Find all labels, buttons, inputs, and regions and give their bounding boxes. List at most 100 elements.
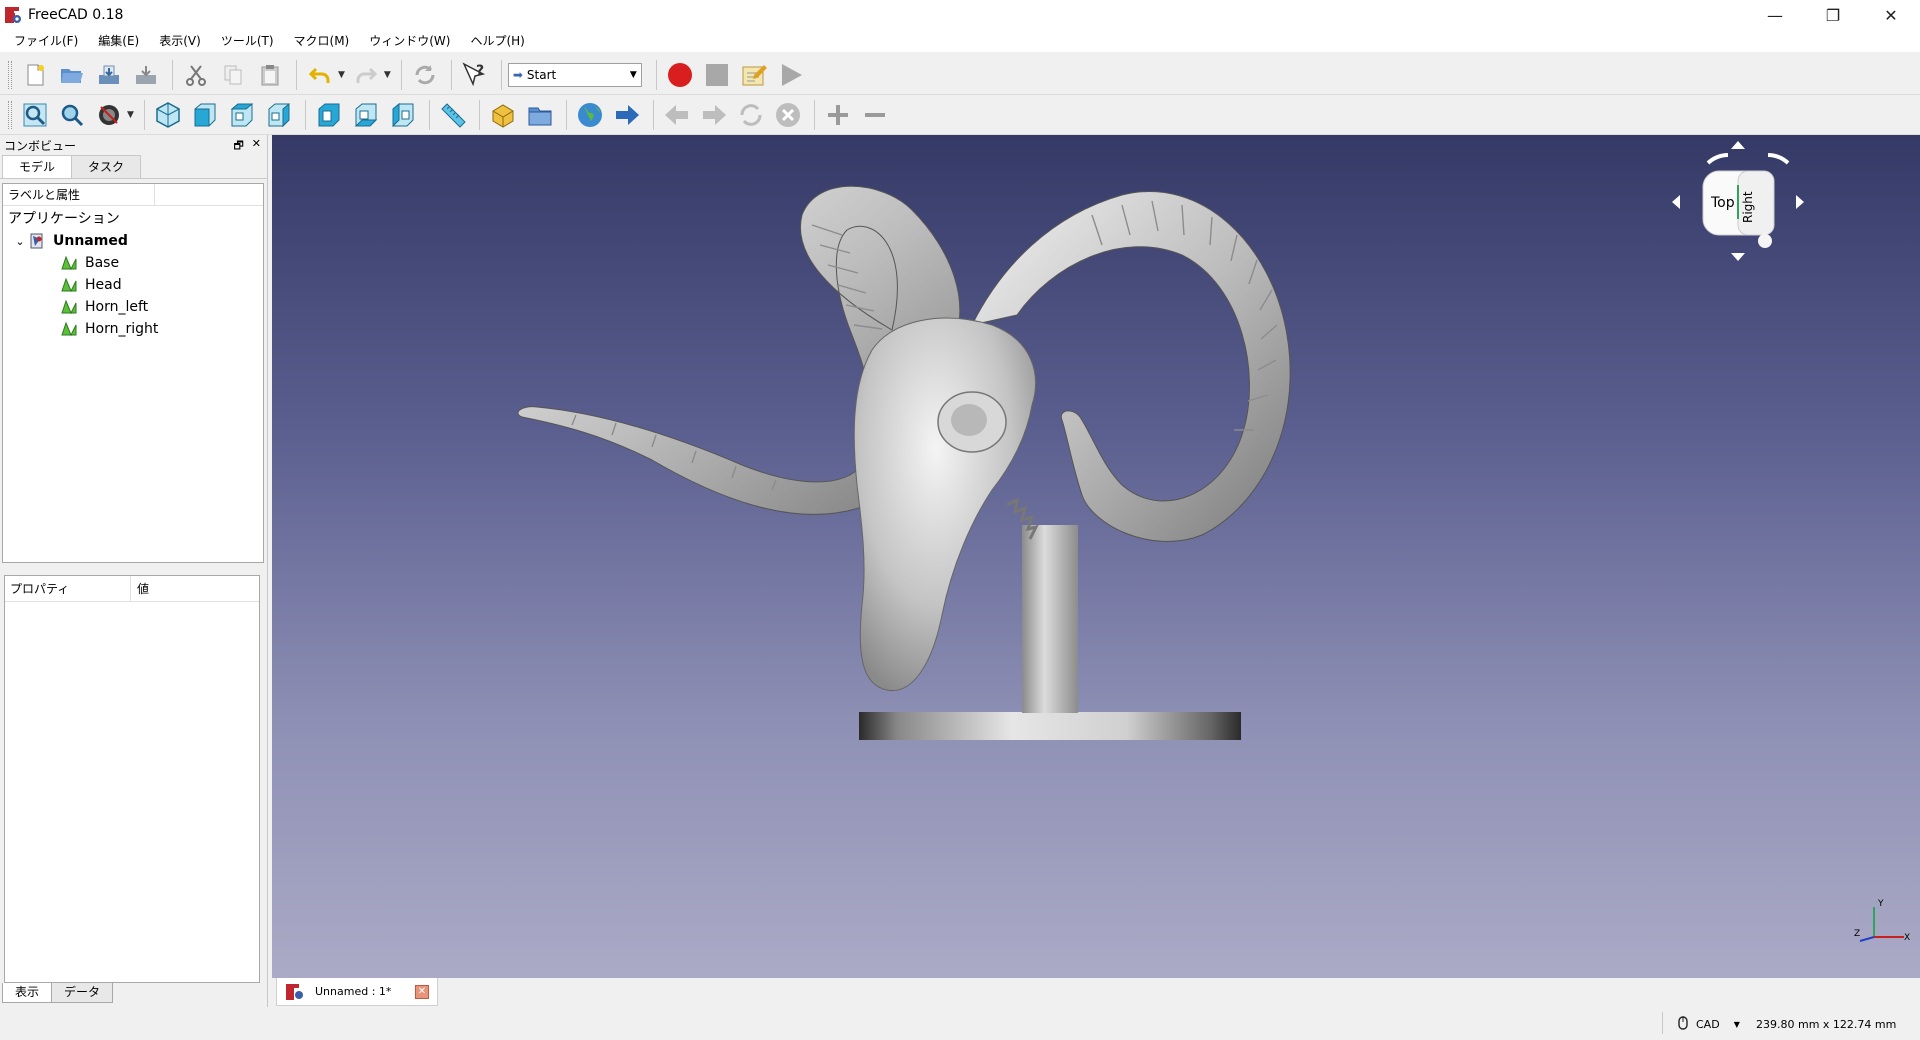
tab-tasks[interactable]: タスク [71,155,142,178]
copy-icon[interactable] [216,58,250,92]
new-file-icon[interactable] [18,58,52,92]
undo-dropdown-icon[interactable]: ▼ [338,70,345,80]
navigation-cube[interactable]: Top Right [1668,141,1808,263]
mesh-icon [61,321,77,337]
undock-icon[interactable]: 🗗 [233,137,243,156]
chevron-down-icon[interactable]: ⌄ [11,235,29,248]
menu-view[interactable]: 表示(V) [149,30,211,52]
tree-item-horn-left[interactable]: Horn_left [3,296,263,318]
tree-item-label: Head [85,277,122,293]
record-macro-icon[interactable] [663,58,697,92]
document-tab-label: Unnamed : 1* [315,985,392,998]
menu-file[interactable]: ファイル(F) [4,30,88,52]
dimension-readout: 239.80 mm x 122.74 mm [1756,1018,1897,1031]
document-tab-bar: Unnamed : 1* ✕ [272,978,1920,1008]
tab-model[interactable]: モデル [2,155,73,178]
tree-item-horn-right[interactable]: Horn_right [3,318,263,340]
navcube-right-label[interactable]: Right [1741,191,1755,223]
stand-pole [1022,525,1078,713]
tab-data[interactable]: データ [51,983,114,1003]
reload-icon[interactable] [734,98,768,132]
redo-dropdown-icon[interactable]: ▼ [384,70,391,80]
create-part-icon[interactable] [486,98,520,132]
next-nav-icon[interactable] [697,98,731,132]
model-tree[interactable]: ラベルと属性 アプリケーション ⌄ Unnamed Base Head Horn… [2,183,264,563]
draw-style-dropdown-icon[interactable]: ▼ [127,110,134,120]
front-view-icon[interactable] [188,98,222,132]
workbench-label: Start [526,67,557,82]
fit-selection-icon[interactable] [55,98,89,132]
chevron-down-icon: ▼ [629,69,637,80]
tab-close-icon[interactable]: ✕ [415,984,429,999]
base-plate [859,712,1241,740]
rear-view-icon[interactable] [312,98,346,132]
save-as-icon[interactable] [129,58,163,92]
toolbar-handle[interactable] [8,60,12,89]
web-browser-icon[interactable] [573,98,607,132]
tab-view[interactable]: 表示 [2,983,53,1003]
top-view-icon[interactable] [225,98,259,132]
tree-document[interactable]: ⌄ Unnamed [3,230,263,252]
left-view-icon[interactable] [386,98,420,132]
tree-item-base[interactable]: Base [3,252,263,274]
tree-item-label: Horn_right [85,321,159,337]
run-macro-icon[interactable] [774,58,808,92]
undo-icon[interactable] [303,58,337,92]
maximize-button[interactable]: ❐ [1804,0,1862,30]
minimize-button[interactable]: — [1746,0,1804,30]
stop-macro-icon[interactable] [700,58,734,92]
3d-viewport[interactable]: Top Right Y X Z [272,135,1920,978]
back-nav-icon[interactable] [660,98,694,132]
panel-close-icon[interactable]: ✕ [252,137,261,156]
combo-view-title: コンボビュー [4,138,77,153]
cut-icon[interactable] [179,58,213,92]
mesh-icon [61,255,77,271]
property-view[interactable]: プロパティ 値 [4,575,260,983]
teeth [1006,497,1039,540]
property-tabs: 表示 データ [2,983,114,1003]
axis-z-label: Z [1854,929,1861,939]
freecad-doc-icon [285,983,305,1001]
forward-arrow-icon[interactable] [610,98,644,132]
create-group-icon[interactable] [523,98,557,132]
paste-icon[interactable] [253,58,287,92]
close-button[interactable]: ✕ [1862,0,1920,30]
navigation-style-label: CAD [1696,1018,1720,1031]
axis-cross: Y X Z [1852,895,1912,945]
edit-macro-icon[interactable] [737,58,771,92]
zoom-out-icon[interactable] [858,98,892,132]
menu-window[interactable]: ウィンドウ(W) [359,30,460,52]
window-title: FreeCAD 0.18 [28,7,124,23]
save-icon[interactable] [92,58,126,92]
navigation-style-selector[interactable]: CAD ▼ [1678,1016,1740,1033]
menu-tools[interactable]: ツール(T) [211,30,284,52]
draw-style-icon[interactable] [92,98,126,132]
open-folder-icon[interactable] [55,58,89,92]
file-toolbar: ▼ ▼ ? ➡ Start ▼ [0,55,1920,95]
bottom-view-icon[interactable] [349,98,383,132]
fit-all-icon[interactable] [18,98,52,132]
refresh-icon[interactable] [408,58,442,92]
combo-view-header: コンボビュー 🗗 ✕ [0,135,267,155]
measure-icon[interactable] [436,98,470,132]
navcube-top-label[interactable]: Top [1711,195,1735,211]
whats-this-icon[interactable]: ? [458,58,492,92]
isometric-view-icon[interactable] [151,98,185,132]
menu-edit[interactable]: 編集(E) [88,30,149,52]
mesh-icon [61,299,77,315]
right-view-icon[interactable] [262,98,296,132]
toolbar-handle[interactable] [8,100,12,129]
combo-view: コンボビュー 🗗 ✕ モデル タスク ラベルと属性 アプリケーション ⌄ Unn… [0,135,268,1007]
menu-help[interactable]: ヘルプ(H) [460,30,534,52]
tree-item-label: Base [85,255,120,271]
chevron-down-icon: ▼ [1733,1020,1740,1029]
menu-macro[interactable]: マクロ(M) [284,30,360,52]
redo-icon[interactable] [349,58,383,92]
tree-item-head[interactable]: Head [3,274,263,296]
document-tab[interactable]: Unnamed : 1* ✕ [276,978,438,1006]
stop-loading-icon[interactable] [771,98,805,132]
title-bar: FreeCAD 0.18 — ❐ ✕ [0,0,1920,30]
zoom-in-icon[interactable] [821,98,855,132]
workbench-selector[interactable]: ➡ Start ▼ [507,62,642,87]
svg-text:?: ? [476,63,484,79]
